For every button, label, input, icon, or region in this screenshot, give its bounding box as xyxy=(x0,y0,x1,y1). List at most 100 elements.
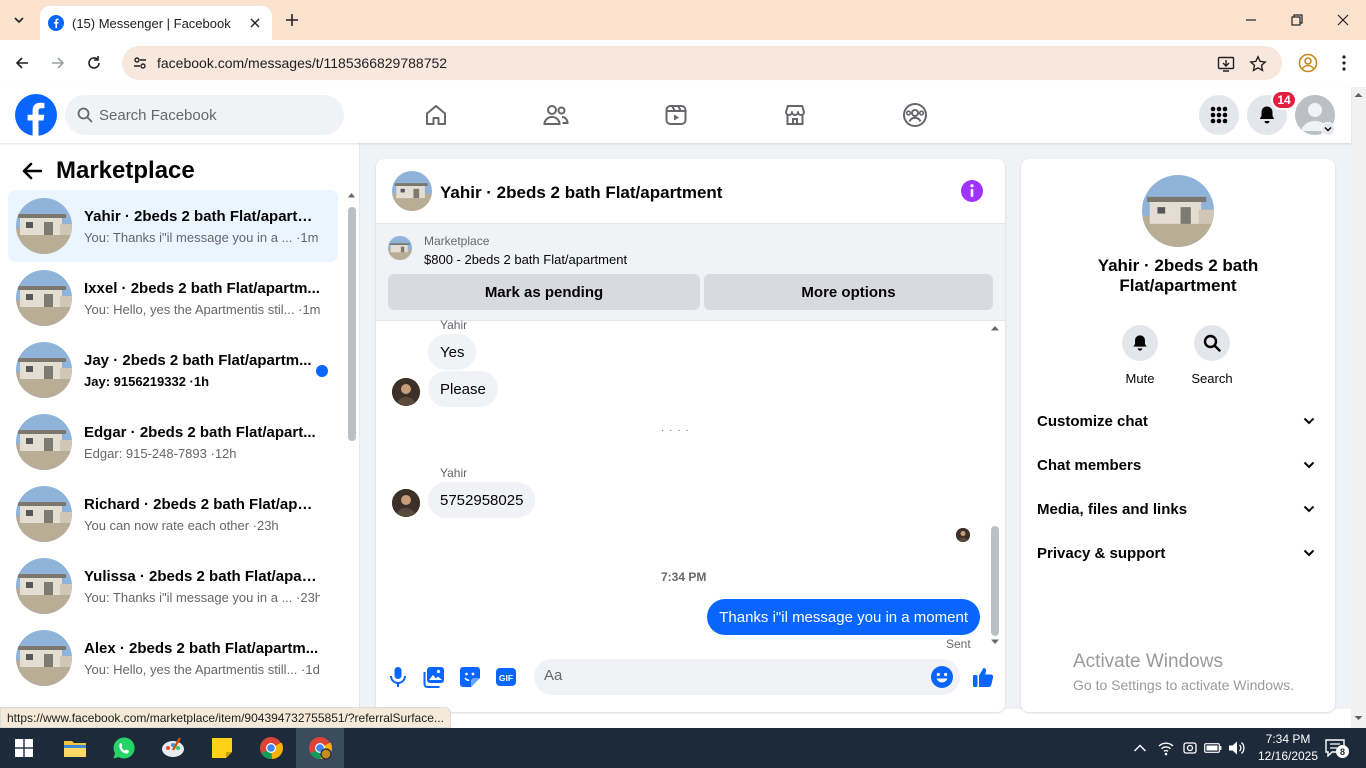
message-bubble-incoming[interactable]: Please xyxy=(428,371,498,407)
restore-icon xyxy=(1291,14,1303,26)
house-photo-icon xyxy=(388,236,412,260)
chat-list-scrollbar[interactable] xyxy=(347,191,356,709)
conversation-thumbnail[interactable] xyxy=(392,171,432,211)
whatsapp-button[interactable] xyxy=(100,728,148,768)
nav-video[interactable] xyxy=(662,101,690,129)
chat-list-item[interactable]: Richard · 2beds 2 bath Flat/apar... You c… xyxy=(8,478,338,550)
chat-list-panel: Marketplace Yahir · 2beds 2 bath Flat/ap… xyxy=(0,143,360,709)
facebook-logo-icon[interactable] xyxy=(15,94,57,136)
file-explorer-button[interactable] xyxy=(51,728,99,768)
emoji-icon[interactable] xyxy=(930,665,954,689)
site-info-button[interactable] xyxy=(128,51,152,75)
message-input-box[interactable] xyxy=(534,659,960,695)
chevron-down-icon xyxy=(1303,417,1315,425)
sticker-button[interactable] xyxy=(458,665,482,689)
menu-button[interactable] xyxy=(1199,95,1239,135)
sender-avatar[interactable] xyxy=(392,378,420,406)
sender-avatar[interactable] xyxy=(392,489,420,517)
message-thread: Yahir Yes Please · · · · Yahir 575295802… xyxy=(376,318,1005,653)
tab-close-button[interactable] xyxy=(246,14,264,32)
facebook-search-box[interactable] xyxy=(65,95,344,135)
message-input[interactable] xyxy=(544,667,914,684)
minimize-button[interactable] xyxy=(1228,0,1274,40)
paint-app-button[interactable] xyxy=(149,728,197,768)
listing-thumbnail[interactable] xyxy=(388,236,412,260)
back-button[interactable] xyxy=(10,51,34,75)
chrome-profile-button[interactable] xyxy=(296,728,344,768)
reload-button[interactable] xyxy=(82,51,106,75)
info-icon[interactable] xyxy=(961,180,983,202)
media-files-links-section[interactable]: Media, files and links xyxy=(1029,487,1327,531)
more-options-button[interactable]: More options xyxy=(704,274,993,310)
battery-button[interactable] xyxy=(1203,738,1223,758)
attach-photo-button[interactable] xyxy=(422,665,446,689)
wifi-icon xyxy=(1158,742,1174,756)
nav-home[interactable] xyxy=(422,101,450,129)
mute-action[interactable]: Mute xyxy=(1110,325,1170,386)
page-scrollbar[interactable] xyxy=(1351,87,1366,728)
mute-button[interactable] xyxy=(1122,325,1158,361)
chat-name: Alex · 2beds 2 bath Flat/apartm... xyxy=(84,639,319,657)
restore-button[interactable] xyxy=(1274,0,1320,40)
start-button[interactable] xyxy=(0,728,48,768)
message-bubble-incoming[interactable]: 5752958025 xyxy=(428,482,536,518)
gif-button[interactable]: GIF xyxy=(494,665,518,689)
chevron-down-icon xyxy=(1303,505,1315,513)
address-bar[interactable]: facebook.com/messages/t/1185366829788752 xyxy=(122,46,1282,80)
conversation-scroll-thumb[interactable] xyxy=(991,526,999,636)
listing-title[interactable]: $800 - 2beds 2 bath Flat/apartment xyxy=(424,252,627,267)
browser-menu-button[interactable] xyxy=(1332,51,1356,75)
chat-list-item[interactable]: Edgar · 2beds 2 bath Flat/apart... Edgar:… xyxy=(8,406,338,478)
system-clock[interactable]: 7:34 PM 12/16/2025 xyxy=(1256,731,1320,765)
back-to-chats-button[interactable] xyxy=(16,155,48,187)
chat-preview: You: Thanks i"il message you in a ... ·2… xyxy=(84,589,320,605)
chat-list-item[interactable]: Ixxel · 2beds 2 bath Flat/apartm... You: … xyxy=(8,262,338,334)
show-hidden-icons-button[interactable] xyxy=(1130,738,1150,758)
profile-button[interactable] xyxy=(1296,51,1320,75)
nav-friends[interactable] xyxy=(542,101,570,129)
nav-marketplace[interactable] xyxy=(781,101,809,129)
voice-clip-button[interactable] xyxy=(386,665,410,689)
facebook-search-input[interactable] xyxy=(99,106,319,124)
search-in-chat-button[interactable] xyxy=(1194,325,1230,361)
conversation-title[interactable]: Yahir · 2beds 2 bath Flat/apartment xyxy=(440,183,722,203)
bookmark-button[interactable] xyxy=(1248,54,1268,74)
chat-list-item[interactable]: Yahir · 2beds 2 bath Flat/apartm... You: … xyxy=(8,190,338,262)
forward-button[interactable] xyxy=(46,51,70,75)
search-action[interactable]: Search xyxy=(1182,325,1242,386)
privacy-support-section[interactable]: Privacy & support xyxy=(1029,531,1327,575)
close-window-button[interactable] xyxy=(1320,0,1366,40)
install-app-button[interactable] xyxy=(1216,54,1236,74)
mark-as-pending-button[interactable]: Mark as pending xyxy=(388,274,700,310)
browser-tab[interactable]: (15) Messenger | Facebook xyxy=(40,6,272,40)
chat-info-thumbnail[interactable] xyxy=(1142,175,1214,247)
new-tab-button[interactable] xyxy=(281,9,303,31)
message-bubble-outgoing[interactable]: Thanks i"il message you in a moment xyxy=(707,599,980,635)
customize-chat-section[interactable]: Customize chat xyxy=(1029,399,1327,443)
search-label: Search xyxy=(1191,371,1233,386)
conversation-panel: Yahir · 2beds 2 bath Flat/apartment Mark… xyxy=(376,159,1005,712)
chat-preview: You: Hello, yes the Apartmentis still...… xyxy=(84,661,320,677)
arrow-right-icon xyxy=(52,57,65,69)
message-bubble-incoming[interactable]: Yes xyxy=(428,334,477,370)
tab-search-button[interactable] xyxy=(6,7,32,33)
account-menu-chevron[interactable] xyxy=(1321,122,1335,136)
chat-preview: You can now rate each other ·23h xyxy=(84,517,279,533)
meet-now-button[interactable] xyxy=(1180,738,1200,758)
send-like-button[interactable] xyxy=(971,665,995,689)
chrome-button[interactable] xyxy=(247,728,295,768)
close-icon xyxy=(1337,14,1349,26)
conversation-scrollbar[interactable] xyxy=(989,324,1001,649)
notification-center-button[interactable]: 8 xyxy=(1323,738,1349,758)
network-button[interactable] xyxy=(1156,738,1176,758)
chat-list-item[interactable]: Alex · 2beds 2 bath Flat/apartm... You: H… xyxy=(8,622,338,694)
chat-list-scroll-thumb[interactable] xyxy=(348,207,356,441)
chat-list-item[interactable]: Jay · 2beds 2 bath Flat/apartm... Jay: 91… xyxy=(8,334,338,406)
chat-text: Richard · 2beds 2 bath Flat/apar... You c… xyxy=(84,496,320,533)
volume-button[interactable] xyxy=(1227,738,1247,758)
nav-groups[interactable] xyxy=(901,101,929,129)
chat-members-section[interactable]: Chat members xyxy=(1029,443,1327,487)
chat-list-header: Marketplace xyxy=(16,155,195,187)
sticky-notes-button[interactable] xyxy=(198,728,246,768)
chat-list-item[interactable]: Yulissa · 2beds 2 bath Flat/apart... You:… xyxy=(8,550,338,622)
